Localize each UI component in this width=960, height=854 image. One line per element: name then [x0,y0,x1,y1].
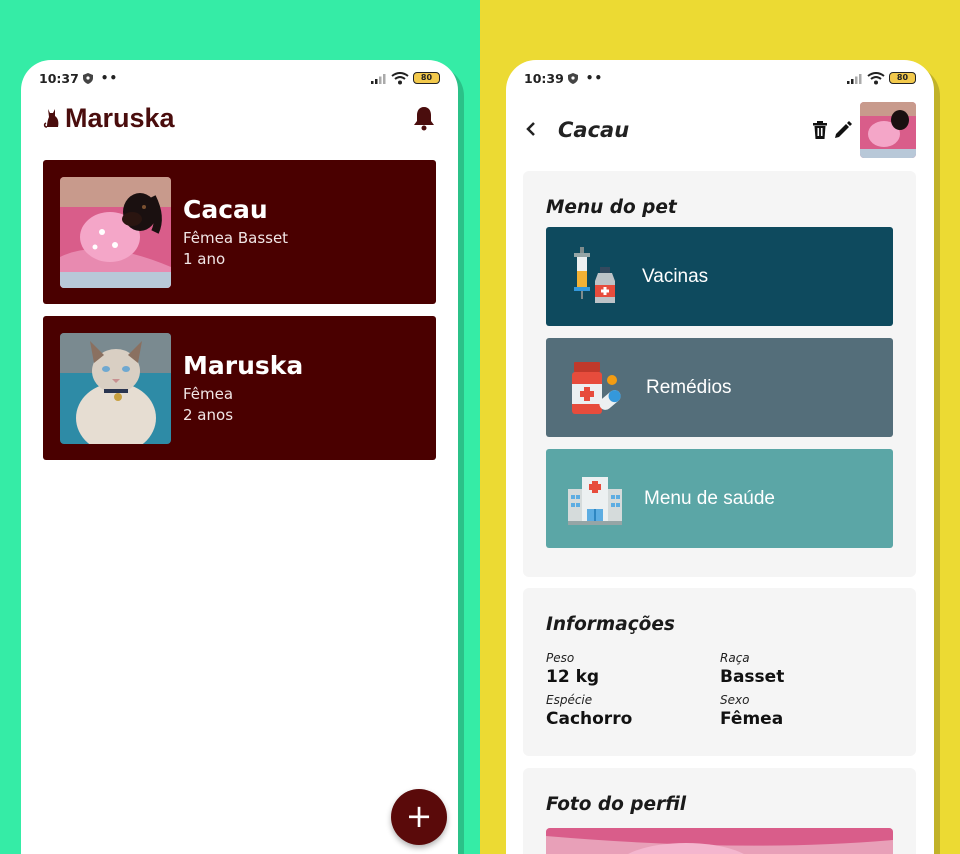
pet-age: 1 ano [183,249,226,268]
pet-name: Cacau [183,194,268,224]
cat-logo-icon [43,109,59,128]
field-label: Raça [720,651,750,665]
vaccine-icon [574,246,615,303]
notification-dots-icon: •• [585,71,604,85]
hospital-icon [568,476,622,525]
pet-title: Cacau [558,118,630,142]
pet-sex-breed: Fêmea Basset [183,228,289,247]
pet-photo-maruska [60,332,171,444]
info-section: Informações Peso 12 kg Raça Basset Espéc… [523,588,916,756]
profile-photo[interactable] [546,828,893,854]
status-time: 10:37 [39,70,79,86]
pet-photo-cacau [60,176,171,288]
pet-avatar[interactable] [860,102,916,158]
app-header: Maruska [43,100,436,136]
status-time: 10:39 [524,70,564,86]
field-value: Cachorro [546,709,633,729]
vaccines-button[interactable]: Vacinas [546,227,893,326]
field-value: 12 kg [546,667,600,687]
field-label: Espécie [546,693,593,707]
pet-age: 2 anos [183,405,234,424]
field-value: Basset [720,667,785,687]
breed-field: Raça Basset [720,651,784,687]
pet-detail-screen: 10:39 •• 80 Cacau Menu do pet Vacinas Re… [506,60,934,854]
section-title: Foto do perfil [546,794,687,815]
battery-icon: 80 [413,72,440,84]
menu-label: Vacinas [642,265,709,287]
bell-icon[interactable] [412,105,436,131]
battery-icon: 80 [889,72,916,84]
field-label: Sexo [720,693,750,707]
app-title: Maruska [65,102,175,133]
edit-pencil-icon[interactable] [834,121,852,139]
back-arrow-icon[interactable] [524,118,548,143]
species-field: Espécie Cachorro [546,693,632,729]
signal-icon [371,73,386,84]
pet-sex: Fêmea [183,384,234,403]
section-title: Informações [546,614,675,635]
pet-name: Maruska [183,350,304,380]
field-value: Fêmea [720,709,784,729]
sex-field: Sexo Fêmea [720,693,783,729]
medicine-icon [572,361,621,414]
field-label: Peso [546,651,575,665]
menu-label: Menu de saúde [644,487,775,509]
pet-list-screen: 10:37 •• 80 Maruska Cacau Fêmea Basset 1… [21,60,458,854]
signal-icon [847,73,862,84]
shield-icon [82,72,93,84]
weight-field: Peso 12 kg [546,651,599,687]
detail-header: Cacau [524,100,916,160]
add-pet-button[interactable]: + [391,789,447,845]
health-menu-button[interactable]: Menu de saúde [546,449,893,548]
pet-menu-section: Menu do pet Vacinas Remédios Menu de saú… [523,171,916,577]
delete-icon[interactable] [812,121,828,139]
shield-icon [567,72,578,84]
wifi-icon [391,71,409,84]
medicines-button[interactable]: Remédios [546,338,893,437]
pet-card-cacau[interactable]: Cacau Fêmea Basset 1 ano [43,160,436,304]
notification-dots-icon: •• [100,71,119,85]
wifi-icon [867,71,885,84]
section-title: Menu do pet [546,197,677,218]
status-bar: 10:39 •• 80 [524,68,916,88]
status-bar: 10:37 •• 80 [39,68,440,88]
menu-label: Remédios [646,376,732,398]
profile-photo-section: Foto do perfil [523,768,916,854]
pet-card-maruska[interactable]: Maruska Fêmea 2 anos [43,316,436,460]
